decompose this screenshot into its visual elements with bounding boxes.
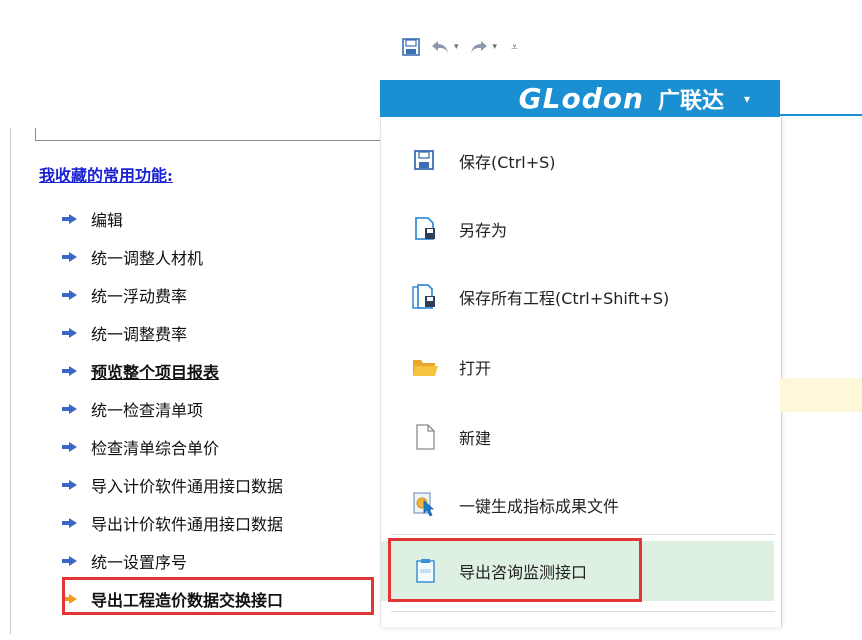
undo-icon [432,41,448,53]
arrow-right-icon [62,328,77,338]
save-button[interactable] [402,38,420,56]
menu-item-export-consult[interactable]: 导出咨询监测接口 [381,541,774,601]
fav-item-check-price[interactable]: 检查清单综合单价 [62,428,283,466]
menu-item-open[interactable]: 打开 [381,339,774,395]
brand-name: 广联达 [657,88,724,114]
arrow-right-icon [62,214,77,224]
arrow-right-icon [62,366,77,376]
fav-item-edit[interactable]: 编辑 [62,200,283,238]
app-menu-button[interactable]: GLodon 广联达 ▾ [380,80,780,117]
save-all-icon [411,282,441,312]
redo-icon [470,41,487,53]
quick-access-toolbar: ▾ ▾ ⩡ [402,34,518,60]
save-icon [411,146,441,176]
arrow-right-icon [62,480,77,490]
menu-divider [391,534,775,535]
generate-icon [411,490,441,520]
background-row-highlight [780,378,862,412]
folder-icon [411,352,441,382]
redo-button[interactable]: ▾ [469,39,498,55]
arrow-right-icon [62,252,77,262]
fav-item-preview-report[interactable]: 预览整个项目报表 [62,352,283,390]
menu-item-new[interactable]: 新建 [381,409,774,465]
fav-item-import-interface[interactable]: 导入计价软件通用接口数据 [62,466,283,504]
menu-divider [391,611,775,612]
customize-toolbar-button[interactable]: ⩡ [507,40,518,55]
fav-item-float-rate[interactable]: 统一浮动费率 [62,276,283,314]
undo-dropdown-icon[interactable]: ▾ [454,42,459,52]
undo-button[interactable]: ▾ [430,39,459,55]
ribbon-edge [780,114,862,116]
favorites-panel: 我收藏的常用功能: 编辑 统一调整人材机 统一浮动费率 统一调整费率 预览整个项… [10,128,384,634]
fav-item-set-sequence[interactable]: 统一设置序号 [62,542,283,580]
menu-item-save[interactable]: 保存(Ctrl+S) [381,133,774,189]
arrow-right-icon [62,404,77,414]
menu-item-generate-index[interactable]: 一键生成指标成果文件 [381,477,774,533]
save-as-icon [411,214,441,244]
favorites-title[interactable]: 我收藏的常用功能: [39,162,173,186]
fav-item-export-exchange[interactable]: 导出工程造价数据交换接口 [62,580,283,618]
arrow-right-icon [62,518,77,528]
customize-icon: ⩡ [511,39,518,54]
save-icon [402,38,420,56]
app-menu: 保存(Ctrl+S) 另存为 保存所有工程(Ctrl+Shift+S) 打开 新… [380,117,782,627]
export-xml-icon [411,556,441,586]
arrow-right-icon [62,290,77,300]
arrow-right-icon [62,442,77,452]
fav-item-adjust-materials[interactable]: 统一调整人材机 [62,238,283,276]
glodon-logo: GLodon [518,82,644,115]
arrow-right-icon [62,556,77,566]
redo-dropdown-icon[interactable]: ▾ [493,42,498,52]
new-file-icon [411,422,441,452]
menu-item-save-all[interactable]: 保存所有工程(Ctrl+Shift+S) [381,269,774,325]
chevron-down-icon: ▾ [743,91,750,106]
fav-item-adjust-rate[interactable]: 统一调整费率 [62,314,283,352]
favorites-list: 编辑 统一调整人材机 统一浮动费率 统一调整费率 预览整个项目报表 统一检查清单… [62,200,283,618]
fav-item-check-bill[interactable]: 统一检查清单项 [62,390,283,428]
panel-divider [35,128,384,141]
fav-item-export-interface[interactable]: 导出计价软件通用接口数据 [62,504,283,542]
arrow-right-icon [62,594,77,604]
menu-item-save-as[interactable]: 另存为 [381,201,774,257]
